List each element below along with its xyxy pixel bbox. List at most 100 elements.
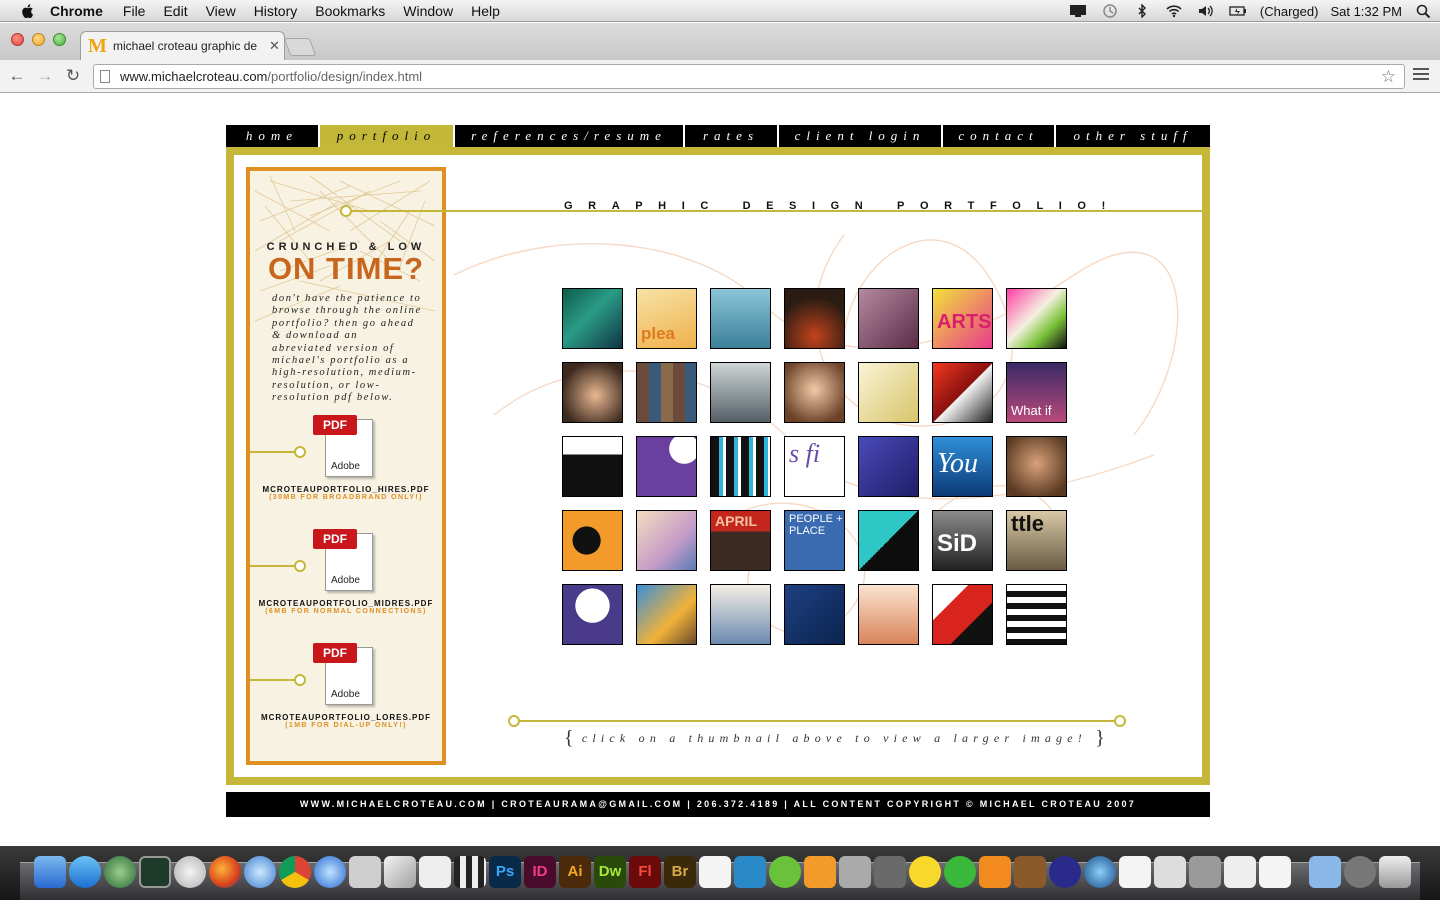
spotlight-search-icon[interactable]	[1415, 4, 1433, 18]
garageband-icon[interactable]	[1014, 856, 1046, 888]
back-arrow-icon[interactable]: ←	[8, 67, 26, 85]
battery-icon[interactable]	[1229, 4, 1247, 18]
thumbnail[interactable]	[636, 436, 697, 497]
menu-app-name[interactable]: Chrome	[50, 3, 103, 19]
thumbnail[interactable]	[858, 436, 919, 497]
thumbnail[interactable]	[710, 362, 771, 423]
thumbnail[interactable]	[784, 362, 845, 423]
volume-icon[interactable]	[1197, 4, 1215, 18]
display-icon[interactable]	[1069, 4, 1087, 18]
activity-monitor-icon[interactable]	[139, 856, 171, 888]
thumbnail[interactable]	[562, 436, 623, 497]
script-editor-icon[interactable]	[349, 856, 381, 888]
app-icon[interactable]	[804, 856, 836, 888]
thumbnail[interactable]	[636, 584, 697, 645]
utorrent-icon[interactable]	[944, 856, 976, 888]
nav-references-resume[interactable]: references/resume	[455, 125, 685, 147]
browser-tab[interactable]: M michael croteau graphic de ✕	[80, 31, 285, 60]
app-store-icon[interactable]	[69, 856, 101, 888]
audio-app-icon[interactable]	[1049, 856, 1081, 888]
nav-home[interactable]: home	[226, 125, 320, 147]
thumbnail[interactable]	[710, 288, 771, 349]
thumbnail[interactable]	[1006, 288, 1067, 349]
photoshop-icon[interactable]: Ps	[489, 856, 521, 888]
apple-menu-icon[interactable]	[20, 3, 36, 19]
pdf-document-icon[interactable]	[1259, 856, 1291, 888]
finder-icon[interactable]	[34, 856, 66, 888]
thumbnail[interactable]	[858, 584, 919, 645]
pdf-icon[interactable]: PDF Adobe	[313, 415, 379, 479]
app-icon[interactable]	[1084, 856, 1116, 888]
menu-bookmarks[interactable]: Bookmarks	[315, 3, 385, 19]
system-tools-icon[interactable]	[419, 856, 451, 888]
close-window-button[interactable]	[11, 33, 24, 46]
star-app-icon[interactable]	[1154, 856, 1186, 888]
wifi-icon[interactable]	[1165, 4, 1183, 18]
bookmark-star-icon[interactable]: ☆	[1381, 65, 1396, 88]
nav-client-login[interactable]: client login	[779, 125, 943, 147]
applications-folder-icon[interactable]	[1309, 856, 1341, 888]
zoom-window-button[interactable]	[53, 33, 66, 46]
thumbnail[interactable]	[636, 362, 697, 423]
firefox-icon[interactable]	[209, 856, 241, 888]
thumbnail[interactable]	[636, 510, 697, 571]
clock[interactable]: Sat 1:32 PM	[1330, 4, 1402, 19]
chrome-menu-icon[interactable]	[1413, 68, 1429, 82]
download-midres[interactable]: PDF Adobe MCROTEAUPORTFOLIO_MIDRES.PDF (…	[250, 529, 442, 615]
menu-file[interactable]: File	[123, 3, 146, 19]
trash-icon[interactable]	[1379, 856, 1411, 888]
nav-other-stuff[interactable]: other stuff	[1056, 125, 1210, 147]
pdf-filename[interactable]: MCROTEAUPORTFOLIO_MIDRES.PDF	[250, 599, 442, 608]
flash-icon[interactable]: Fl	[629, 856, 661, 888]
address-bar[interactable]: www.michaelcroteau.com/portfolio/design/…	[93, 64, 1405, 89]
thumbnail[interactable]	[784, 288, 845, 349]
nav-rates[interactable]: rates	[685, 125, 779, 147]
menu-window[interactable]: Window	[403, 3, 453, 19]
app-icon[interactable]	[874, 856, 906, 888]
thumbnail[interactable]	[562, 362, 623, 423]
pdf-filename[interactable]: MCROTEAUPORTFOLIO_LORES.PDF	[250, 713, 442, 722]
thumbnail[interactable]	[858, 288, 919, 349]
thumbnail[interactable]	[562, 288, 623, 349]
thumbnail[interactable]	[710, 436, 771, 497]
pdf-icon[interactable]: PDF Adobe	[313, 529, 379, 593]
app-icon[interactable]	[769, 856, 801, 888]
close-tab-icon[interactable]: ✕	[269, 38, 280, 54]
reload-icon[interactable]: ↻	[64, 67, 82, 85]
thumbnail[interactable]	[1006, 436, 1067, 497]
illustrator-icon[interactable]: Ai	[559, 856, 591, 888]
minimize-window-button[interactable]	[32, 33, 45, 46]
app-icon[interactable]	[839, 856, 871, 888]
safari-icon[interactable]	[244, 856, 276, 888]
time-machine-dock-icon[interactable]	[104, 856, 136, 888]
download-hires[interactable]: PDF Adobe MCROTEAUPORTFOLIO_HIRES.PDF (3…	[250, 415, 442, 501]
thumbnail[interactable]	[710, 584, 771, 645]
vlc-icon[interactable]	[979, 856, 1011, 888]
app-icon[interactable]	[734, 856, 766, 888]
system-preferences-icon[interactable]	[1189, 856, 1221, 888]
thumbnail[interactable]	[858, 362, 919, 423]
itunes-icon[interactable]	[314, 856, 346, 888]
thumbnail[interactable]: ttle	[1006, 510, 1067, 571]
menu-edit[interactable]: Edit	[163, 3, 187, 19]
download-lores[interactable]: PDF Adobe MCROTEAUPORTFOLIO_LORES.PDF (1…	[250, 643, 442, 729]
nav-contact[interactable]: contact	[943, 125, 1056, 147]
chrome-icon[interactable]	[279, 856, 311, 888]
documents-icon[interactable]	[1224, 856, 1256, 888]
thumbnail[interactable]: ARTS	[932, 288, 993, 349]
menu-help[interactable]: Help	[471, 3, 500, 19]
network-icon[interactable]	[174, 856, 206, 888]
thumbnail[interactable]: s fi	[784, 436, 845, 497]
thumbnail[interactable]	[562, 584, 623, 645]
help-icon[interactable]	[1344, 856, 1376, 888]
bridge-icon[interactable]: Br	[664, 856, 696, 888]
pdf-icon[interactable]: PDF Adobe	[313, 643, 379, 707]
thumbnail[interactable]: PEOPLE + PLACE	[784, 510, 845, 571]
thumbnail[interactable]	[858, 510, 919, 571]
grid-app-icon[interactable]	[454, 856, 486, 888]
thumbnail[interactable]	[562, 510, 623, 571]
dreamweaver-icon[interactable]: Dw	[594, 856, 626, 888]
thumbnail[interactable]	[784, 584, 845, 645]
thumbnail[interactable]: You	[932, 436, 993, 497]
cyberduck-icon[interactable]	[909, 856, 941, 888]
